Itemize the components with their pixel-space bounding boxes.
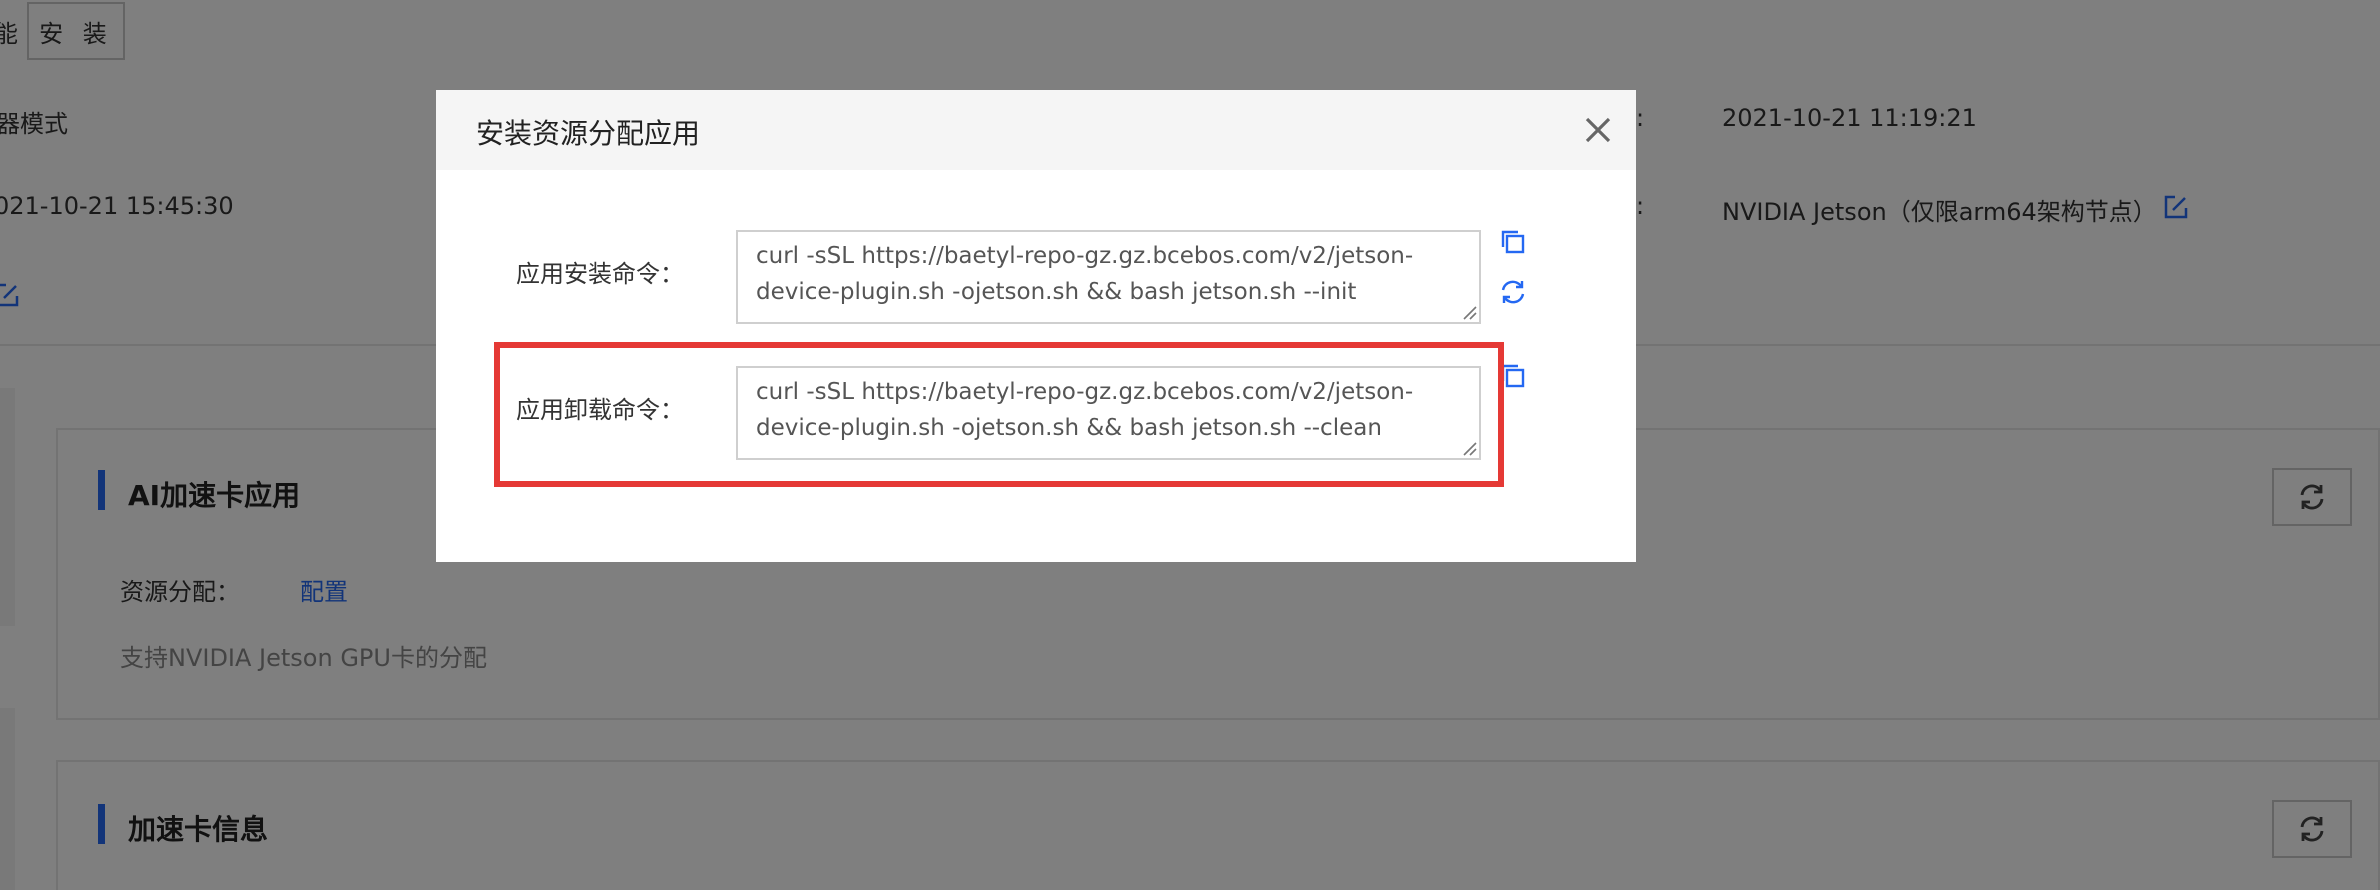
install-command-label: 应用安装命令： xyxy=(516,260,684,288)
screen: 能 安 装 器模式 : 2021-10-21 11:19:21 021-10-2… xyxy=(0,0,2380,890)
dialog-header: 安装资源分配应用 xyxy=(436,90,1636,170)
resize-grip-icon[interactable] xyxy=(1461,304,1477,320)
highlight-box xyxy=(494,342,1504,487)
install-resource-dialog: 安装资源分配应用 应用安装命令： curl -sSL https://baety… xyxy=(436,90,1636,562)
copy-icon[interactable] xyxy=(1499,228,1527,256)
close-icon[interactable] xyxy=(1582,114,1614,146)
dialog-title: 安装资源分配应用 xyxy=(476,117,701,150)
command-line: device-plugin.sh -ojetson.sh && bash jet… xyxy=(756,279,1357,305)
refresh-icon[interactable] xyxy=(1499,278,1527,306)
command-line: curl -sSL https://baetyl-repo-gz.gz.bceb… xyxy=(756,243,1414,269)
install-command-textarea[interactable]: curl -sSL https://baetyl-repo-gz.gz.bceb… xyxy=(736,230,1481,324)
